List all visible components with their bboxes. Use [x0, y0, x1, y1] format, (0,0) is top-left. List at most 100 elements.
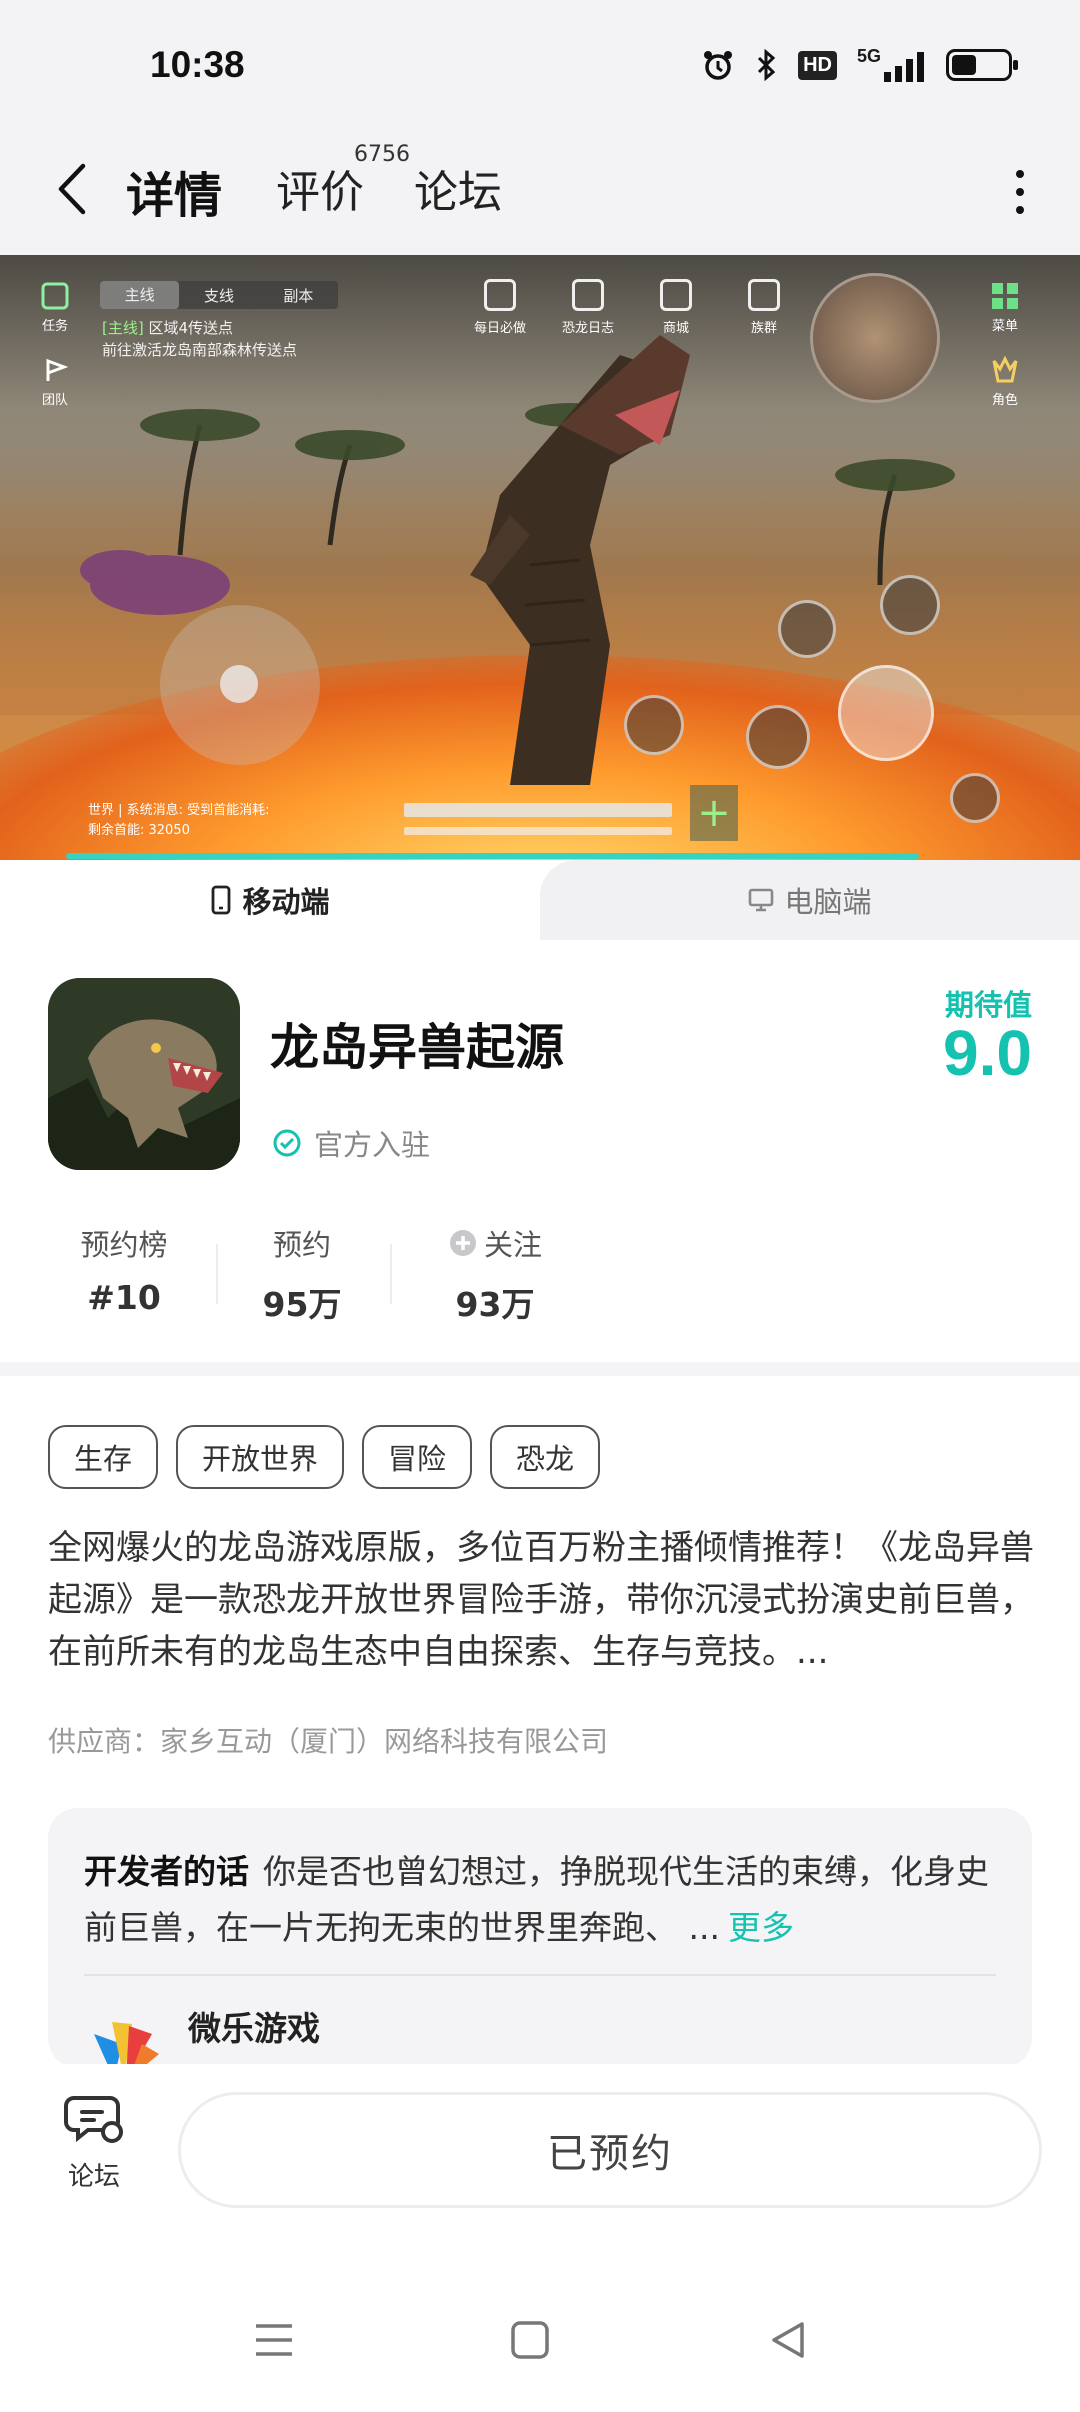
nav-header: 详情 评价 6756 论坛 [0, 130, 1080, 255]
hud-team-label: 团队 [41, 393, 68, 408]
alarm-icon [702, 49, 734, 81]
follow-plus-icon [449, 1230, 476, 1256]
stat-follow-value: 93万 [455, 1285, 535, 1324]
system-navigation-bar [0, 2244, 1080, 2412]
developer-more-link[interactable]: 更多 [728, 1908, 794, 1947]
hud-menu-icon: 菜单 [990, 281, 1020, 334]
tag-item[interactable]: 开放世界 [176, 1425, 345, 1489]
hud-skill-button-3 [746, 705, 810, 769]
verified-check-icon [273, 1129, 301, 1157]
hud-quest-tabs: 主线 支线 副本 [100, 281, 338, 309]
hud-task-icon: 任务 [40, 281, 70, 334]
hud-quest-line1: 区域4传送点 [148, 319, 234, 337]
tab-forum[interactable]: 论坛 [414, 156, 502, 220]
stat-rank-label: 预约榜 [80, 1228, 168, 1262]
stat-reservations-value: 95万 [262, 1285, 342, 1324]
back-nav-button[interactable] [758, 2310, 818, 2370]
virtual-joystick [160, 605, 320, 765]
tab-pc[interactable]: 电脑端 [540, 860, 1080, 940]
tab-details[interactable]: 详情 [126, 156, 227, 230]
menu-nav-button[interactable] [244, 2310, 304, 2370]
game-stats: 预约榜 #10 预约 95万 关注 93万 [0, 1222, 1080, 1342]
developer-divider [84, 1974, 996, 1976]
battery-fill [952, 55, 977, 75]
tag-item[interactable]: 恐龙 [490, 1425, 601, 1489]
game-screenshot[interactable]: 主线 支线 副本 [主线] 区域4传送点 前往激活龙岛南部森林传送点 任务 团队… [0, 255, 1080, 860]
hud-quest-text: [主线] 区域4传送点 前往激活龙岛南部森林传送点 [102, 317, 297, 361]
supplier-text: 供应商：家乡互动（厦门）网络科技有限公司 [48, 1725, 609, 1758]
hud-top-menu: 每日必做 恐龙日志 商城 族群 [470, 279, 794, 336]
home-square-icon [511, 2321, 549, 2359]
minimap [810, 273, 940, 403]
bottom-action-bar: 论坛 已预约 [0, 2064, 1080, 2244]
publisher-logo [84, 2004, 164, 2068]
game-title: 龙岛异兽起源 [270, 1019, 565, 1076]
hud-plus-button: + [690, 785, 738, 841]
hud-team-icon: 团队 [40, 355, 70, 408]
verified-badge: 官方入驻 [272, 1122, 430, 1164]
hud-menu-log: 恐龙日志 [558, 279, 618, 336]
back-triangle-icon [772, 2322, 804, 2358]
back-button[interactable] [46, 154, 98, 224]
menu-lines-icon [256, 2324, 292, 2356]
stat-reservation-rank[interactable]: 预约榜 #10 [76, 1222, 172, 1317]
status-icons: HD 5G [702, 46, 1018, 82]
tab-pc-label: 电脑端 [784, 885, 872, 919]
forum-button[interactable]: 论坛 [52, 2090, 136, 2193]
publisher-name[interactable]: 微乐游戏 [188, 2002, 320, 2050]
reserved-button[interactable]: 已预约 [178, 2092, 1042, 2208]
verified-label: 官方入驻 [314, 1128, 431, 1162]
tag-item[interactable]: 冒险 [362, 1425, 473, 1489]
hud-tab-dungeon: 副本 [283, 286, 314, 305]
battery-icon [946, 49, 1018, 81]
more-options-button[interactable] [1000, 160, 1040, 224]
tab-details-label: 详情 [126, 168, 223, 224]
developer-note-label: 开发者的话 [84, 1852, 249, 1891]
hud-menu-clan: 族群 [734, 279, 794, 336]
hud-skill-button-2 [778, 600, 836, 658]
expectation-score: 9.0 [943, 1017, 1032, 1089]
hud-quest-line2: 前往激活龙岛南部森林传送点 [102, 341, 298, 359]
bluetooth-icon [754, 49, 778, 81]
hud-chat-line1: 世界 | 系统消息: 受到首能消耗: [88, 803, 270, 818]
video-progress-bar[interactable] [66, 853, 920, 859]
5g-signal-icon: 5G [856, 46, 926, 82]
monitor-icon [749, 888, 774, 912]
section-divider [0, 1362, 1080, 1376]
developer-card[interactable]: 开发者的话 你是否也曾幻想过，挣脱现代生活的束缚，化身史前巨兽，在一片无拘无束的世… [48, 1808, 1032, 2068]
stat-follow-label-wrap: 关注 [440, 1222, 550, 1264]
hud-tab-side: 支线 [203, 286, 234, 305]
status-bar: 10:38 HD 5G [0, 0, 1080, 130]
tab-mobile-label: 移动端 [242, 885, 330, 919]
hud-skill-button-4 [624, 695, 684, 755]
game-app-icon [48, 978, 240, 1170]
platform-tabs: 电脑端 移动端 [0, 860, 1080, 940]
hud-chat: 世界 | 系统消息: 受到首能消耗: 剩余首能: 32050 [88, 801, 270, 841]
hud-tab-main: 主线 [100, 281, 180, 309]
hud-task-label: 任务 [41, 319, 68, 334]
stat-reservations: 预约 95万 [248, 1222, 356, 1326]
game-description[interactable]: 全网爆火的龙岛游戏原版，多位百万粉主播倾情推荐！《龙岛异兽起源》是一款恐龙开放世… [48, 1522, 1038, 1678]
phone-icon [212, 885, 231, 915]
hud-quest-tag: [主线] [102, 319, 144, 337]
hud-menu-shop: 商城 [646, 279, 706, 336]
forum-chat-icon [64, 2096, 123, 2143]
hud-chat-line2: 剩余首能: 32050 [88, 823, 190, 838]
hud-menu-daily: 每日必做 [470, 279, 530, 336]
tag-item[interactable]: 生存 [48, 1425, 159, 1489]
developer-note: 开发者的话 你是否也曾幻想过，挣脱现代生活的束缚，化身史前巨兽，在一片无拘无束的世… [84, 1844, 1004, 1956]
network-label: 5G [856, 46, 881, 66]
hud-skill-button-5 [950, 773, 1000, 823]
hud-menu-label: 菜单 [991, 319, 1018, 334]
hud-skill-button-1 [880, 575, 940, 635]
stat-divider [390, 1244, 392, 1304]
hud-character-label: 角色 [991, 393, 1018, 408]
tab-mobile[interactable]: 移动端 [0, 860, 540, 940]
forum-label: 论坛 [67, 2162, 120, 2192]
stat-follow[interactable]: 关注 93万 [440, 1222, 550, 1326]
home-nav-button[interactable] [500, 2310, 560, 2370]
review-count: 6756 [354, 142, 410, 167]
hud-character-icon: 角色 [990, 355, 1020, 408]
tab-reviews[interactable]: 评价 [276, 156, 364, 220]
tag-list: 生存 开放世界 冒险 恐龙 [48, 1425, 601, 1489]
